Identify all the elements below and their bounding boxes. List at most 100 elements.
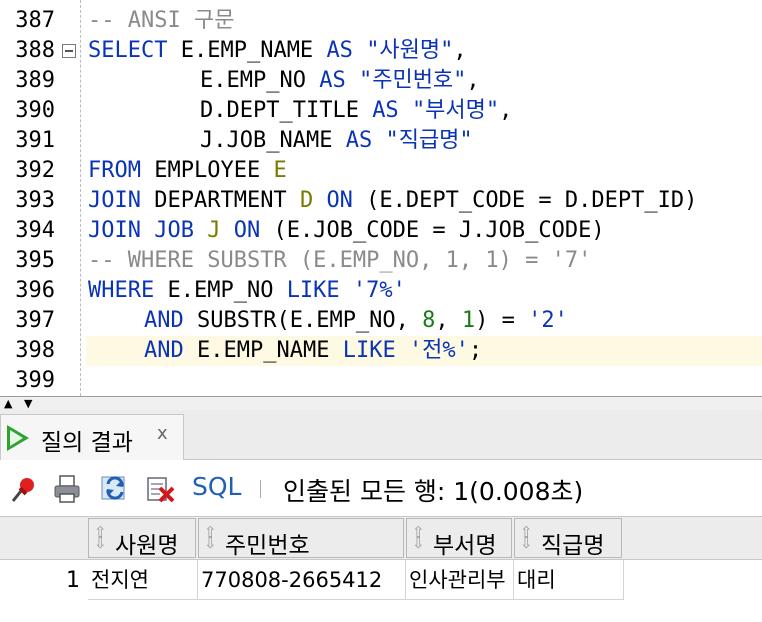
line-number: 387 <box>15 8 55 33</box>
code-line-388[interactable]: SELECT E.EMP_NAME AS "사원명", <box>88 36 467 66</box>
column-header-department[interactable]: ⇧ ⇩ 부서명 <box>406 518 512 559</box>
sort-icon: ⇧ ⇩ <box>520 523 533 552</box>
fetch-status: 인출된 모든 행: 1(0.008초) <box>283 477 584 506</box>
code-line-389[interactable]: E.EMP_NO AS "주민번호", <box>200 66 480 96</box>
grid-cell[interactable]: 대리 <box>514 560 624 600</box>
fold-collapse-icon[interactable] <box>62 44 76 58</box>
sort-icon: ⇧ ⇩ <box>94 523 107 552</box>
sql-keyword: ON <box>326 188 353 213</box>
column-header-job-title[interactable]: ⇧ ⇩ 직급명 <box>514 518 622 559</box>
line-number: 394 <box>15 218 55 243</box>
code-line-397[interactable]: AND SUBSTR(E.EMP_NO, 8, 1) = '2' <box>144 306 568 336</box>
sql-text: E.EMP_NAME <box>183 338 343 363</box>
expand-up-icon[interactable]: ▲ <box>4 398 12 409</box>
sql-alias: E <box>273 158 287 183</box>
sql-editor[interactable]: 387 388 389 390 391 392 393 394 395 396 … <box>0 0 762 396</box>
sql-text: E.EMP_NO <box>154 278 287 303</box>
sql-keyword: AS <box>319 68 346 93</box>
sql-space <box>313 188 326 213</box>
grid-cell[interactable]: 770808-2665412 <box>198 560 406 600</box>
sql-string: "직급명" <box>385 128 473 153</box>
code-line-395[interactable]: -- WHERE SUBSTR (E.EMP_NO, 1, 1) = '7' <box>88 246 591 276</box>
line-number: 398 <box>15 338 55 363</box>
sql-keyword: ON <box>233 218 261 243</box>
close-tab-icon[interactable]: x <box>157 423 168 444</box>
sql-punct: , <box>499 98 513 123</box>
code-line-387[interactable]: -- ANSI 구문 <box>88 6 234 36</box>
sql-text: DEPARTMENT <box>140 188 300 213</box>
sql-text: , <box>435 308 462 333</box>
sort-icon: ⇧ ⇩ <box>412 523 425 552</box>
result-toolbar: SQL 인출된 모든 행: 1(0.008초) <box>0 460 762 516</box>
expand-down-icon[interactable]: ▼ <box>24 398 32 409</box>
sql-text: D.DEPT_TITLE <box>200 98 373 123</box>
sql-button[interactable]: SQL <box>192 472 241 501</box>
result-grid: ⇧ ⇩ 사원명 ⇧ ⇩ 주민번호 ⇧ ⇩ 부서명 ⇧ ⇩ 직급명 1 전지연 77080… <box>0 516 762 622</box>
sql-keyword: WHERE <box>88 278 155 303</box>
sql-punct: ; <box>468 338 483 363</box>
sql-keyword: SELECT <box>88 38 168 63</box>
line-number: 396 <box>15 278 55 303</box>
sql-space <box>194 218 207 243</box>
line-number: 399 <box>15 368 55 393</box>
code-line-393[interactable]: JOIN DEPARTMENT D ON (E.DEPT_CODE = D.DE… <box>88 186 697 216</box>
sql-keyword: FROM <box>88 158 141 183</box>
panel-splitter[interactable]: ▲ ▼ <box>0 396 762 410</box>
column-header-label: 사원명 <box>115 533 179 559</box>
refresh-icon[interactable] <box>100 474 130 504</box>
sql-keyword: JOB <box>154 218 194 243</box>
column-header-resident-number[interactable]: ⇧ ⇩ 주민번호 <box>198 518 404 559</box>
line-number: 389 <box>15 68 55 93</box>
code-line-394[interactable]: JOIN JOB J ON (E.JOB_CODE = J.JOB_CODE) <box>88 216 605 246</box>
sql-string: '7%' <box>352 278 406 303</box>
sql-keyword: LIKE <box>342 338 396 363</box>
sql-string: "주민번호" <box>358 68 467 93</box>
sql-text: ) = <box>475 308 529 333</box>
sql-keyword: JOIN <box>88 218 141 243</box>
sql-keyword: AS <box>345 128 373 153</box>
code-line-390[interactable]: D.DEPT_TITLE AS "부서명", <box>200 96 512 126</box>
sql-text: J.JOB_NAME <box>200 128 346 153</box>
tab-query-result[interactable]: 질의 결과 x <box>0 414 184 460</box>
line-number: 390 <box>15 98 55 123</box>
column-header-employee-name[interactable]: ⇧ ⇩ 사원명 <box>88 518 196 559</box>
sql-alias: D <box>299 188 314 213</box>
sql-space <box>141 218 154 243</box>
run-play-icon <box>7 425 29 451</box>
pin-icon[interactable] <box>8 474 38 504</box>
sql-comment: -- ANSI 구문 <box>88 8 235 33</box>
sql-keyword: AND <box>144 308 184 333</box>
grid-cell[interactable]: 인사관리부 <box>406 560 514 600</box>
code-line-398[interactable]: AND E.EMP_NAME LIKE '전%'; <box>144 336 482 366</box>
grid-cell[interactable]: 전지연 <box>88 560 198 600</box>
toolbar-separator <box>260 480 261 498</box>
sql-text: E.EMP_NO <box>200 68 320 93</box>
sql-string: "부서명" <box>411 98 500 123</box>
column-header-label: 부서명 <box>433 533 497 559</box>
print-icon[interactable] <box>52 474 82 504</box>
code-line-392[interactable]: FROM EMPLOYEE E <box>88 156 287 186</box>
sql-comment: -- WHERE SUBSTR (E.EMP_NO, 1, 1) = '7' <box>88 248 592 273</box>
line-number: 393 <box>15 188 55 213</box>
code-line-396[interactable]: WHERE E.EMP_NO LIKE '7%' <box>88 276 406 306</box>
sql-space <box>220 218 233 243</box>
sql-text: SUBSTR(E.EMP_NO, <box>183 308 423 333</box>
delete-icon[interactable] <box>146 474 176 504</box>
code-line-391[interactable]: J.JOB_NAME AS "직급명" <box>200 126 473 156</box>
line-number: 388 <box>15 38 55 63</box>
sql-space <box>396 338 409 363</box>
sql-string: '2' <box>528 308 568 333</box>
sql-number: 1 <box>461 308 476 333</box>
sql-space <box>340 278 353 303</box>
sql-space <box>346 68 359 93</box>
gutter-separator <box>80 0 81 396</box>
sql-space <box>372 128 385 153</box>
sql-string: "사원명" <box>366 38 454 63</box>
column-header-label: 직급명 <box>541 533 605 559</box>
sql-alias: J <box>207 218 221 243</box>
sort-icon: ⇧ ⇩ <box>204 523 217 552</box>
line-number: 392 <box>15 158 55 183</box>
sql-keyword: LIKE <box>286 278 340 303</box>
sql-keyword: AS <box>326 38 353 63</box>
sql-text: E.EMP_NAME <box>167 38 327 63</box>
